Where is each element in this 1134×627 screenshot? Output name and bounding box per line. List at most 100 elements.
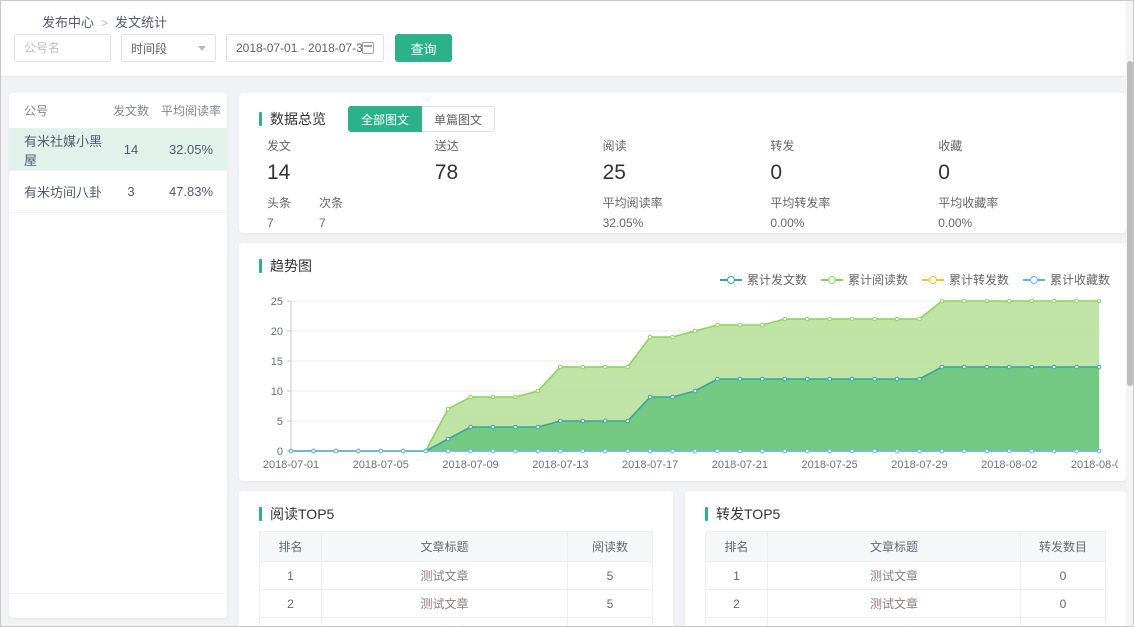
- article-title-link[interactable]: 测试文章: [870, 567, 918, 584]
- vertical-scrollbar[interactable]: [1126, 1, 1133, 627]
- table-row: 3 测试文章 4: [260, 618, 652, 627]
- svg-text:2018-07-29: 2018-07-29: [891, 459, 947, 471]
- rank-cell: 2: [706, 590, 768, 617]
- read-count-cell: 5: [568, 569, 652, 583]
- svg-text:15: 15: [271, 356, 283, 368]
- stat-value: 14: [267, 161, 435, 185]
- page-header: 发布中心 > 发文统计 时间段 查询: [1, 1, 1133, 77]
- period-select-value: 时间段: [131, 40, 167, 57]
- article-title-link[interactable]: 测试文章: [870, 623, 918, 627]
- legend-marker-icon: [821, 275, 843, 285]
- article-title-link[interactable]: 测试文章: [420, 567, 468, 584]
- accounts-panel: 公号 发文数 平均阅读率 有米社媒小黑屋 14 32.05% 有米坊间八卦 3 …: [9, 93, 227, 618]
- legend-item[interactable]: 累计转发数: [922, 271, 1009, 288]
- stat-sub-value: 0.00%: [938, 216, 998, 230]
- legend-label: 累计阅读数: [848, 271, 908, 288]
- accounts-panel-footer-divider: [9, 593, 227, 594]
- article-title-link[interactable]: 测试文章: [420, 595, 468, 612]
- col-forward-count: 转发数目: [1021, 538, 1105, 555]
- stat-value: 0: [770, 161, 938, 185]
- date-range-field[interactable]: [226, 34, 384, 62]
- article-title-link[interactable]: 测试文章: [870, 595, 918, 612]
- breadcrumb-current: 发文统计: [115, 15, 167, 30]
- account-row[interactable]: 有米社媒小黑屋 14 32.05%: [9, 129, 227, 171]
- stat-label: 阅读: [603, 137, 771, 154]
- stat-sub-value: 32.05%: [603, 216, 663, 230]
- stat-sub-secondary: 次条 7: [319, 194, 343, 230]
- svg-text:0: 0: [277, 446, 283, 458]
- table-row: 1 测试文章 0: [706, 562, 1105, 590]
- legend-item[interactable]: 累计阅读数: [821, 271, 908, 288]
- account-read-rate: 32.05%: [155, 142, 227, 157]
- stat-sub-label: 平均收藏率: [938, 194, 998, 211]
- rank-cell: 2: [260, 590, 322, 617]
- trend-panel: 趋势图 累计发文数累计阅读数累计转发数累计收藏数 05101520252018-…: [239, 243, 1126, 481]
- legend-marker-icon: [720, 275, 742, 285]
- legend-label: 累计转发数: [949, 271, 1009, 288]
- section-title-bar: [259, 507, 262, 521]
- table-header-row: 排名 文章标题 阅读数: [260, 532, 652, 562]
- forward-top5-table: 排名 文章标题 转发数目 1 测试文章 0 2 测试文章 0 3 测试文章 0: [705, 531, 1106, 627]
- account-name: 有米坊间八卦: [9, 182, 107, 201]
- svg-text:5: 5: [277, 416, 283, 428]
- chevron-down-icon: [198, 46, 206, 51]
- section-title-bar: [259, 112, 262, 126]
- accounts-header-count: 发文数: [107, 102, 155, 119]
- svg-text:2018-07-21: 2018-07-21: [712, 459, 768, 471]
- account-name-field[interactable]: [14, 34, 111, 62]
- svg-text:2018-07-25: 2018-07-25: [802, 459, 858, 471]
- stat-sub-label: 平均转发率: [770, 194, 830, 211]
- svg-text:10: 10: [271, 386, 283, 398]
- account-name-input[interactable]: [24, 41, 101, 55]
- article-title-link[interactable]: 测试文章: [420, 623, 468, 627]
- rank-cell: 1: [706, 562, 768, 589]
- date-range-input[interactable]: [236, 41, 362, 55]
- rank-cell: 3: [260, 618, 322, 627]
- table-row: 2 测试文章 5: [260, 590, 652, 618]
- legend-marker-icon: [1023, 275, 1045, 285]
- filter-bar: 时间段 查询: [14, 34, 452, 62]
- overview-stats: 发文 14 头条 7 次条 7 送达 78 阅读: [267, 137, 1106, 230]
- tab-all-articles[interactable]: 全部图文: [348, 106, 422, 132]
- col-article-title: 文章标题: [768, 532, 1021, 561]
- stat-sub-read-rate: 平均阅读率 32.05%: [603, 194, 663, 230]
- stat-sub-forward-rate: 平均转发率 0.00%: [770, 194, 830, 230]
- col-rank: 排名: [706, 532, 768, 561]
- col-read-count: 阅读数: [568, 538, 652, 555]
- stat-favorited: 收藏 0 平均收藏率 0.00%: [938, 137, 1106, 230]
- stat-label: 转发: [770, 137, 938, 154]
- breadcrumb-root[interactable]: 发布中心: [42, 15, 94, 30]
- breadcrumb-separator: >: [101, 16, 108, 30]
- tab-single-article[interactable]: 单篇图文: [422, 106, 495, 132]
- calendar-icon: [362, 42, 374, 54]
- stat-sub-favorite-rate: 平均收藏率 0.00%: [938, 194, 998, 230]
- legend-item[interactable]: 累计发文数: [720, 271, 807, 288]
- account-row[interactable]: 有米坊间八卦 3 47.83%: [9, 171, 227, 213]
- overview-panel: 数据总览 全部图文 单篇图文 发文 14 头条 7 次条 7: [239, 93, 1126, 233]
- legend-item[interactable]: 累计收藏数: [1023, 271, 1110, 288]
- table-row: 1 测试文章 5: [260, 562, 652, 590]
- accounts-header-rate: 平均阅读率: [155, 102, 227, 119]
- legend-marker-icon: [922, 275, 944, 285]
- legend-label: 累计发文数: [747, 271, 807, 288]
- scrollbar-thumb[interactable]: [1127, 61, 1133, 386]
- account-post-count: 14: [107, 142, 155, 157]
- table-row: 2 测试文章 0: [706, 590, 1105, 618]
- period-select[interactable]: 时间段: [121, 34, 216, 62]
- table-header-row: 排名 文章标题 转发数目: [706, 532, 1105, 562]
- svg-text:2018-07-17: 2018-07-17: [622, 459, 678, 471]
- svg-text:25: 25: [271, 296, 283, 308]
- stat-sub-value: 0.00%: [770, 216, 830, 230]
- read-top5-table: 排名 文章标题 阅读数 1 测试文章 5 2 测试文章 5 3 测试文章 4: [259, 531, 653, 627]
- stat-delivered: 送达 78: [435, 137, 603, 230]
- overview-tabs: 全部图文 单篇图文: [348, 106, 495, 132]
- overview-title-text: 数据总览: [270, 109, 326, 129]
- account-read-rate: 47.83%: [155, 184, 227, 199]
- legend-label: 累计收藏数: [1050, 271, 1110, 288]
- search-button[interactable]: 查询: [395, 34, 452, 62]
- accounts-header-name: 公号: [9, 102, 107, 119]
- read-top5-title-text: 阅读TOP5: [270, 504, 334, 524]
- svg-text:2018-08-02: 2018-08-02: [981, 459, 1037, 471]
- stat-sub-value: 7: [267, 216, 291, 230]
- stat-label: 送达: [435, 137, 603, 154]
